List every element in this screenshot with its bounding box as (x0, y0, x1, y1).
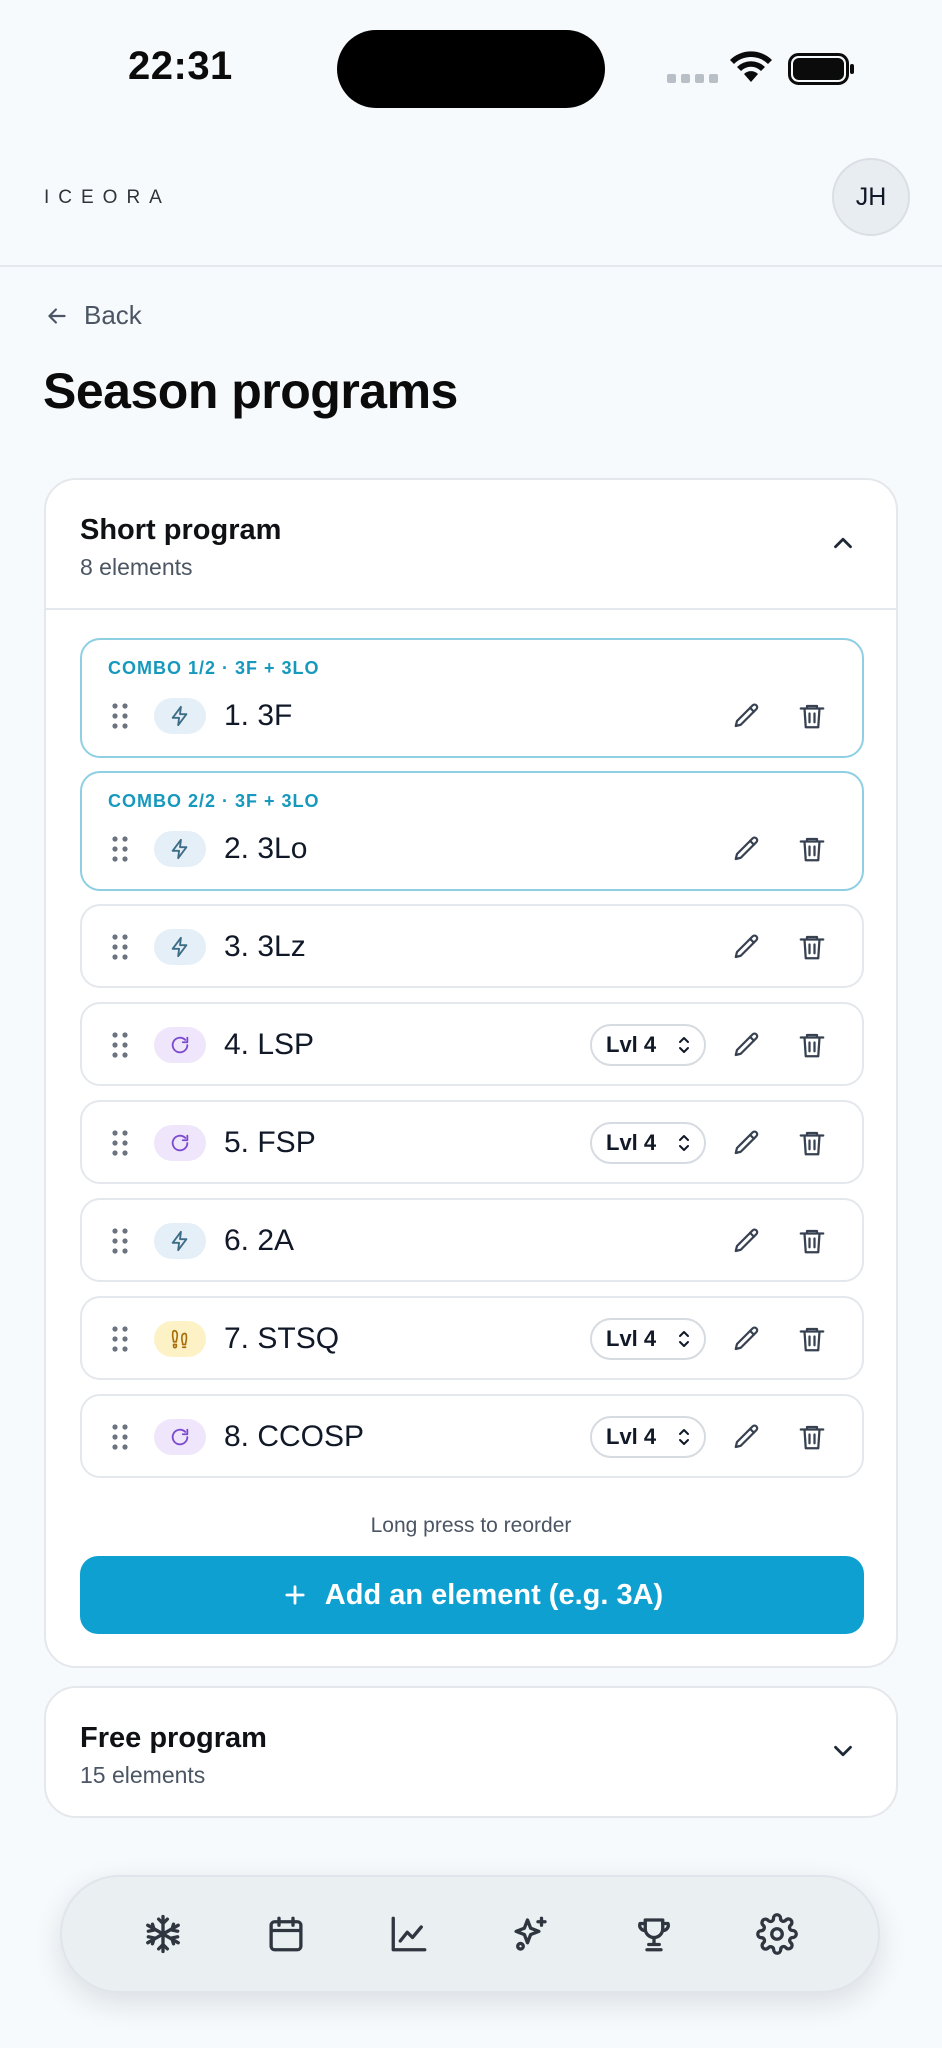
drag-handle-icon[interactable] (110, 1129, 130, 1157)
list-item[interactable]: 7. STSQ Lvl 4 (80, 1296, 864, 1380)
level-select[interactable]: Lvl 4 (590, 1416, 706, 1458)
plus-icon (285, 1585, 305, 1605)
level-select[interactable]: Lvl 4 (590, 1024, 706, 1066)
list-item[interactable]: 6. 2A (80, 1198, 864, 1282)
bolt-icon (154, 698, 206, 734)
drag-handle-icon[interactable] (110, 933, 130, 961)
add-element-label: Add an element (e.g. 3A) (324, 1578, 664, 1611)
back-button[interactable]: Back (44, 300, 142, 331)
level-select[interactable]: Lvl 4 (590, 1122, 706, 1164)
level-select[interactable]: Lvl 4 (590, 1318, 706, 1360)
list-item[interactable]: 3. 3Lz (80, 904, 864, 988)
pencil-icon[interactable] (729, 1027, 765, 1063)
drag-handle-icon[interactable] (110, 1227, 130, 1255)
add-element-button[interactable]: Add an element (e.g. 3A) (80, 1556, 864, 1634)
list-item[interactable]: 8. CCOSP Lvl 4 (80, 1394, 864, 1478)
back-label: Back (84, 300, 142, 330)
drag-handle-icon[interactable] (110, 1423, 130, 1451)
list-item[interactable]: COMBO 1/2 · 3F + 3LO 1. 3F (80, 638, 864, 758)
short-program-header[interactable]: Short program 8 elements (46, 480, 896, 610)
trophy-icon[interactable] (624, 1904, 684, 1964)
trash-icon[interactable] (794, 929, 830, 965)
drag-handle-icon[interactable] (110, 1031, 130, 1059)
trash-icon[interactable] (794, 1419, 830, 1455)
trash-icon[interactable] (794, 1027, 830, 1063)
element-count: 15 elements (80, 1762, 206, 1788)
rotate-icon (154, 1419, 206, 1455)
rotate-icon (154, 1125, 206, 1161)
app-header: ICEORA JH (0, 140, 942, 267)
trash-icon[interactable] (794, 1125, 830, 1161)
avatar[interactable]: JH (832, 158, 910, 236)
element-name: 3. 3Lz (224, 930, 306, 963)
pencil-icon[interactable] (729, 698, 765, 734)
gear-icon[interactable] (747, 1904, 807, 1964)
pencil-icon[interactable] (729, 1125, 765, 1161)
rotate-icon (154, 1027, 206, 1063)
cellular-signal-icon (667, 74, 718, 83)
element-name: 7. STSQ (224, 1322, 340, 1355)
arrow-left-icon (48, 307, 66, 324)
wifi-icon (730, 51, 772, 82)
element-name: 4. LSP (224, 1028, 315, 1061)
element-name: 2. 3Lo (224, 832, 308, 865)
drag-handle-icon[interactable] (110, 835, 130, 863)
free-program-header[interactable]: Free program 15 elements (46, 1688, 896, 1818)
element-name: 6. 2A (224, 1224, 295, 1257)
sparkles-icon[interactable] (501, 1904, 561, 1964)
program-title: Free program (80, 1722, 267, 1754)
level-value: Lvl 4 (606, 1130, 657, 1155)
page-title: Season programs (43, 363, 458, 419)
pencil-icon[interactable] (729, 929, 765, 965)
list-item[interactable]: 4. LSP Lvl 4 (80, 1002, 864, 1086)
chart-line-icon[interactable] (379, 1904, 439, 1964)
dynamic-island (337, 30, 605, 108)
status-bar: 22:31 (0, 0, 942, 140)
pencil-icon[interactable] (729, 1419, 765, 1455)
combo-label: COMBO 2/2 · 3F + 3LO (108, 791, 320, 811)
drag-handle-icon[interactable] (110, 1325, 130, 1353)
element-name: 8. CCOSP (224, 1420, 365, 1453)
level-value: Lvl 4 (606, 1032, 657, 1057)
battery-icon (788, 53, 854, 85)
calendar-icon[interactable] (256, 1904, 316, 1964)
chevron-down-icon[interactable] (828, 1736, 858, 1766)
free-program-card[interactable]: Free program 15 elements (44, 1686, 898, 1818)
element-name: 5. FSP (224, 1126, 316, 1159)
element-name: 1. 3F (224, 699, 293, 732)
bolt-icon (154, 929, 206, 965)
short-program-card: Short program 8 elements COMBO 1/2 · 3F … (44, 478, 898, 1668)
trash-icon[interactable] (794, 831, 830, 867)
footprints-icon (154, 1321, 206, 1357)
bolt-icon (154, 831, 206, 867)
trash-icon[interactable] (794, 1321, 830, 1357)
chevron-updown-icon (679, 1037, 689, 1053)
snowflake-icon[interactable] (133, 1904, 193, 1964)
bolt-icon (154, 1223, 206, 1259)
chevron-updown-icon (679, 1331, 689, 1347)
trash-icon[interactable] (794, 698, 830, 734)
chevron-updown-icon (679, 1135, 689, 1151)
drag-handle-icon[interactable] (110, 702, 130, 730)
list-item[interactable]: COMBO 2/2 · 3F + 3LO 2. 3Lo (80, 771, 864, 891)
status-time: 22:31 (128, 44, 233, 88)
app-logo: ICEORA (44, 187, 171, 208)
pencil-icon[interactable] (729, 1321, 765, 1357)
pencil-icon[interactable] (729, 831, 765, 867)
reorder-hint: Long press to reorder (370, 1514, 572, 1537)
bottom-nav (60, 1875, 880, 1993)
pencil-icon[interactable] (729, 1223, 765, 1259)
element-count: 8 elements (80, 554, 193, 580)
level-value: Lvl 4 (606, 1326, 657, 1351)
program-title: Short program (80, 514, 282, 546)
trash-icon[interactable] (794, 1223, 830, 1259)
level-value: Lvl 4 (606, 1424, 657, 1449)
list-item[interactable]: 5. FSP Lvl 4 (80, 1100, 864, 1184)
chevron-updown-icon (679, 1429, 689, 1445)
chevron-up-icon[interactable] (828, 528, 858, 558)
combo-label: COMBO 1/2 · 3F + 3LO (108, 658, 320, 678)
